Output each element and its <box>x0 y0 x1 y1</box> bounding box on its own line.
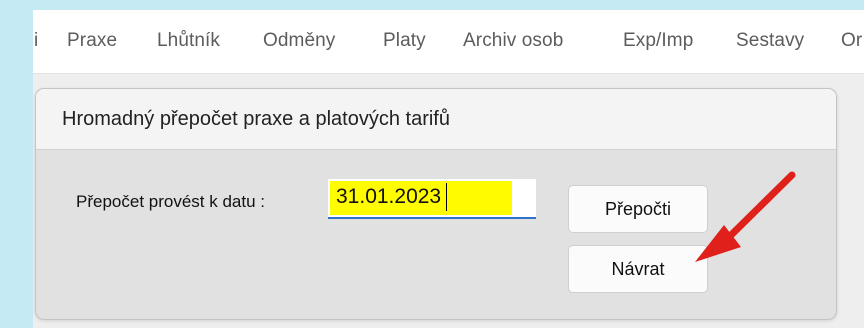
annotation-arrow-icon <box>695 171 796 262</box>
